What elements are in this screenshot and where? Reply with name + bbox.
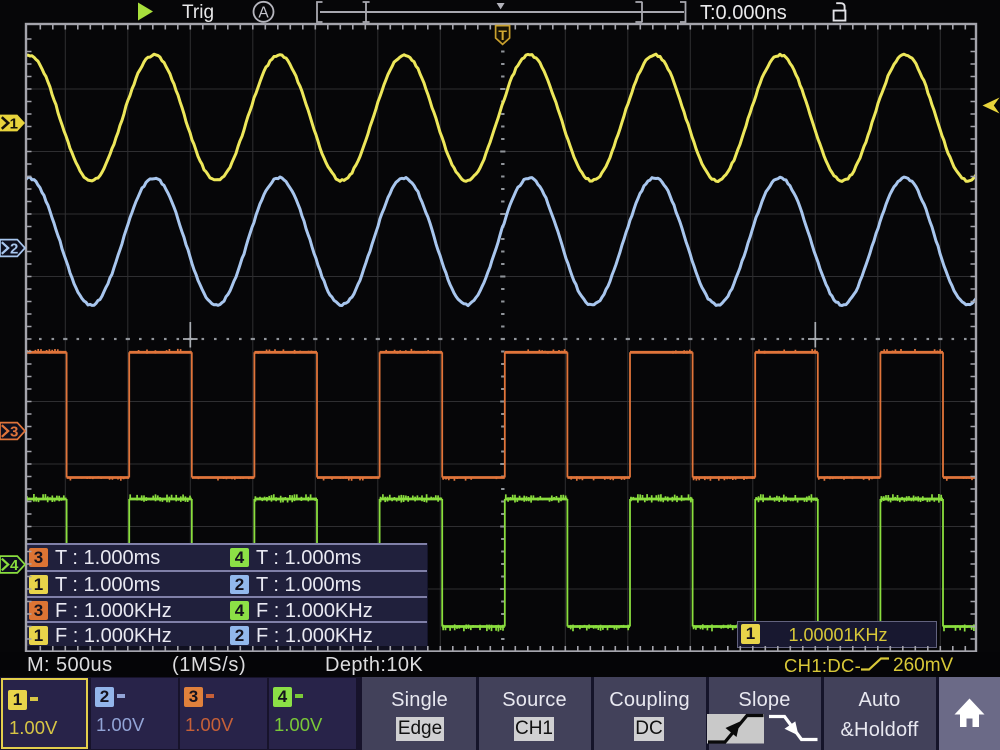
svg-text:3: 3 xyxy=(10,423,18,440)
svg-text:4: 4 xyxy=(10,557,19,574)
svg-text:A: A xyxy=(258,5,269,22)
svg-text:T:0.000ns: T:0.000ns xyxy=(700,2,787,24)
svg-text:1: 1 xyxy=(10,115,18,132)
svg-text:2: 2 xyxy=(10,240,18,257)
svg-text:T: T xyxy=(498,27,507,43)
svg-text:Trig: Trig xyxy=(182,2,214,23)
